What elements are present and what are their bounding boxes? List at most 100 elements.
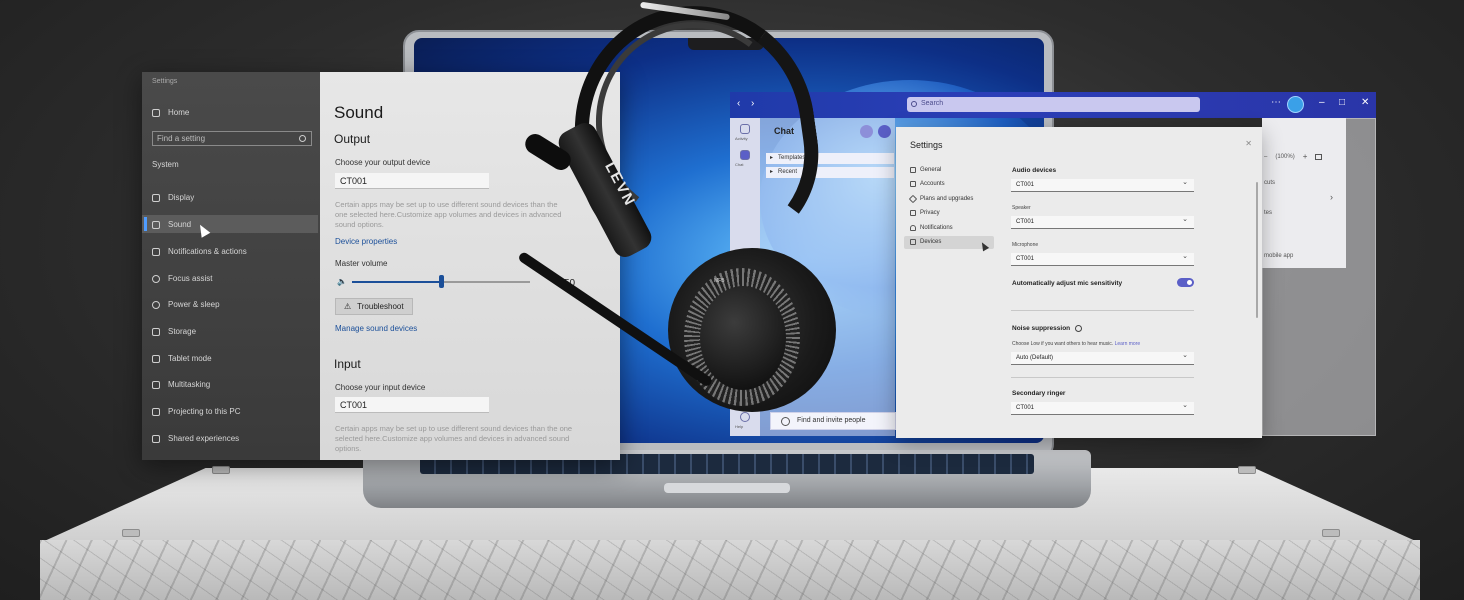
sidebar-item-focus-assist[interactable]: Focus assist (152, 274, 212, 283)
input-heading: Input (334, 357, 361, 371)
button-label: Troubleshoot (357, 302, 404, 311)
dialog-nav-plans[interactable]: Plans and upgrades (908, 194, 973, 204)
multitasking-icon (152, 380, 160, 389)
troubleshoot-button[interactable]: ⚠ Troubleshoot (335, 298, 413, 315)
find-setting-input[interactable]: Find a setting (152, 131, 312, 146)
sidebar-item-label: Projecting to this PC (168, 407, 241, 416)
pedestal-pin (122, 529, 140, 537)
settings-sidebar: Settings Home Find a setting System Disp… (142, 72, 320, 460)
app-title: Settings (152, 78, 178, 85)
auto-adjust-toggle[interactable] (1177, 278, 1194, 287)
more-options-icon[interactable]: ⋯ (1271, 97, 1281, 108)
power-icon (152, 300, 160, 309)
output-device-select[interactable]: CT001 (335, 173, 489, 189)
right-item[interactable]: tes (1264, 210, 1272, 216)
device-properties-link[interactable]: Device properties (335, 237, 397, 246)
sidebar-item-label: Shared experiences (168, 434, 240, 443)
divider (1011, 310, 1194, 311)
volume-slider-thumb[interactable] (439, 275, 444, 288)
sidebar-item-label: Power & sleep (168, 300, 220, 309)
shared-icon (152, 434, 160, 443)
ear-cup-cap (700, 286, 786, 390)
teams-search-input[interactable]: Search (907, 97, 1200, 112)
audio-devices-heading: Audio devices (1012, 167, 1057, 174)
sidebar-item-label: Notifications & actions (168, 247, 247, 256)
noise-suppression-select[interactable]: Auto (Default) (1011, 351, 1194, 365)
right-item[interactable]: cuts (1264, 180, 1275, 186)
dialog-nav-notifications[interactable]: Notifications (910, 225, 953, 231)
bell-icon (910, 225, 916, 231)
search-placeholder: Search (921, 100, 944, 107)
sidebar-item-power[interactable]: Power & sleep (152, 300, 220, 309)
sidebar-item-shared-experiences[interactable]: Shared experiences (152, 434, 239, 443)
input-device-label: Choose your input device (335, 383, 426, 392)
nav-label: Privacy (920, 210, 940, 216)
maximize-icon[interactable]: □ (1339, 97, 1345, 108)
nav-label: Accounts (920, 181, 945, 187)
nav-label: Devices (920, 239, 942, 245)
fullscreen-icon[interactable] (1315, 153, 1323, 160)
volume-icon: 🔈 (337, 277, 347, 286)
sidebar-item-label: Display (168, 193, 195, 202)
dialog-close-icon[interactable]: ✕ (1245, 139, 1252, 148)
sidebar-item-projecting[interactable]: Projecting to this PC (152, 407, 240, 416)
dialog-scrollbar[interactable] (1256, 182, 1258, 318)
noise-hint: Choose Low if you want others to hear mu… (1012, 341, 1114, 347)
page-title: Sound (334, 103, 384, 122)
help-icon[interactable] (740, 412, 750, 422)
avatar[interactable] (1287, 96, 1304, 113)
microphone-label: Microphone (1012, 242, 1039, 248)
lock-icon (910, 210, 916, 216)
notification-icon (152, 247, 160, 256)
sidebar-item-display[interactable]: Display (152, 193, 194, 202)
sidebar-item-home[interactable]: Home (152, 108, 189, 117)
secondary-ringer-select[interactable]: CT001 (1011, 401, 1194, 415)
laptop-trackpad (664, 483, 790, 493)
warning-icon: ⚠ (344, 302, 352, 311)
button-label: Find and invite people (797, 417, 866, 424)
find-invite-people-button[interactable]: Find and invite people (770, 412, 896, 430)
moon-icon (152, 274, 160, 283)
person-add-icon (781, 417, 790, 426)
home-icon (152, 108, 160, 117)
dialog-nav-privacy[interactable]: Privacy (910, 210, 940, 216)
sidebar-item-tablet-mode[interactable]: Tablet mode (152, 354, 212, 363)
right-item[interactable]: mobile app (1264, 253, 1293, 259)
dialog-nav-general[interactable]: General (910, 167, 941, 173)
video-call-icon[interactable] (860, 125, 873, 138)
microphone-select[interactable]: CT001 (1011, 252, 1194, 266)
speaker-select[interactable]: CT001 (1011, 215, 1194, 229)
output-note: Certain apps may be set up to use differ… (335, 200, 562, 229)
audio-devices-select[interactable]: CT001 (1011, 178, 1194, 192)
learn-more-link[interactable]: Learn more (1115, 341, 1141, 347)
close-icon[interactable]: ✕ (1361, 97, 1369, 108)
output-device-label: Choose your output device (335, 158, 431, 167)
compose-icon[interactable] (878, 125, 891, 138)
zoom-in-button[interactable]: + (1303, 152, 1308, 161)
sidebar-item-label: Sound (168, 220, 192, 229)
diamond-icon (908, 194, 918, 204)
sidebar-item-multitasking[interactable]: Multitasking (152, 380, 210, 389)
rail-label: Help (735, 424, 744, 429)
sidebar-item-sound[interactable]: Sound (152, 220, 191, 229)
input-device-select[interactable]: CT001 (335, 397, 489, 413)
sidebar-item-label: Home (168, 108, 190, 117)
zoom-out-button[interactable]: – (1264, 154, 1267, 160)
search-placeholder: Find a setting (157, 134, 206, 143)
info-icon[interactable] (1075, 325, 1083, 332)
sidebar-item-label: Focus assist (168, 274, 213, 283)
sidebar-item-notifications[interactable]: Notifications & actions (152, 247, 247, 256)
master-volume-label: Master volume (335, 259, 388, 268)
dialog-nav-devices[interactable]: Devices (910, 239, 941, 245)
chevron-right-icon[interactable]: › (1330, 192, 1333, 202)
manage-sound-devices-link[interactable]: Manage sound devices (335, 324, 417, 333)
sidebar-item-storage[interactable]: Storage (152, 327, 196, 336)
dialog-nav-accounts[interactable]: Accounts (910, 181, 945, 187)
minimize-icon[interactable]: – (1319, 97, 1325, 108)
pedestal-pin (1238, 466, 1256, 474)
secondary-ringer-heading: Secondary ringer (1012, 390, 1066, 397)
master-volume-slider[interactable] (352, 275, 530, 288)
output-heading: Output (334, 132, 371, 146)
section-label: System (152, 160, 179, 169)
toggle-knob (1187, 280, 1192, 285)
